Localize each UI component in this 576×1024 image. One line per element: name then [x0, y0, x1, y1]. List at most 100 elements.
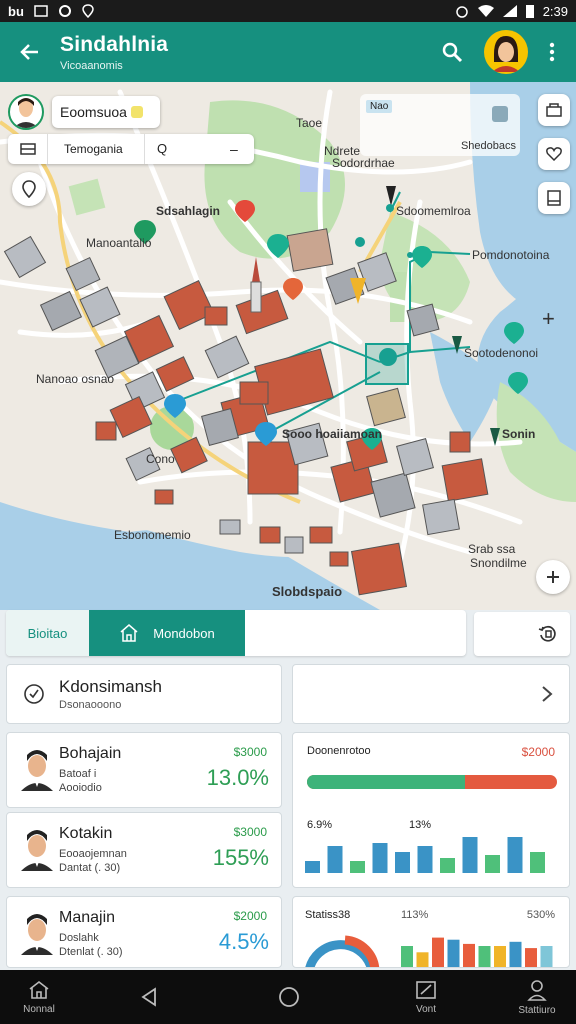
- filter-text: Temogania: [64, 142, 123, 156]
- map-label-bottom: Slobdspaio: [272, 584, 343, 599]
- app-bar: Sindahlnia Vicoaanomis: [0, 22, 576, 82]
- signal-icon: [502, 5, 517, 17]
- person-avatar: [21, 914, 53, 955]
- chart-bar: [350, 861, 365, 873]
- map-label-south-right2: Snondilme: [470, 556, 527, 570]
- person-card[interactable]: Manajin Doslahk Dtenlat (. 30) $2000 4.5…: [6, 896, 282, 968]
- circle-icon: [279, 987, 299, 1007]
- details-card[interactable]: [292, 664, 570, 724]
- compass-plus-icon[interactable]: +: [542, 306, 555, 332]
- map-label-west1: Manoantalio: [86, 236, 152, 250]
- nav-home-circle[interactable]: [274, 970, 304, 1024]
- bookmark-icon: [547, 190, 561, 206]
- status-left-text: bu: [8, 3, 24, 19]
- person-detail-1: Eooaojemnan: [59, 848, 127, 860]
- user-avatar[interactable]: [484, 30, 528, 74]
- person-name: Bohajain: [59, 745, 122, 762]
- chart-bar: [525, 948, 537, 967]
- overflow-menu-button[interactable]: [540, 34, 564, 70]
- place-card[interactable]: Kdonsimansh Dsonaooono: [6, 664, 282, 724]
- chart-bar: [507, 837, 523, 873]
- stats-card[interactable]: Doonenrotoo $2000 6.9% 13%: [292, 732, 570, 888]
- list-view-button[interactable]: [8, 134, 48, 164]
- sync-icon: [538, 625, 556, 642]
- map-label-south-right: Srab ssa: [468, 542, 516, 556]
- chart-bar: [440, 858, 455, 873]
- list-icon: [19, 143, 36, 155]
- person-percent: 155%: [212, 845, 269, 870]
- tab-first[interactable]: Bioitao: [6, 610, 89, 656]
- more-vertical-icon: [549, 42, 555, 62]
- nav-profile-label: Stattiuro: [518, 1004, 556, 1016]
- person-avatar: [21, 830, 53, 871]
- search-button[interactable]: [434, 34, 470, 70]
- tab-strip: Bioitao Mondobon: [6, 610, 466, 656]
- heart-icon: [546, 147, 562, 161]
- nav-home-label: Nonnal: [23, 1003, 55, 1015]
- stats-title: Doonenrotoo: [307, 745, 371, 757]
- chart-bar: [305, 861, 320, 873]
- page-title: Sindahlnia: [60, 32, 169, 56]
- image-icon: [34, 5, 48, 17]
- nav-back[interactable]: [134, 970, 164, 1024]
- location-status-icon: [82, 4, 94, 18]
- stats-bar-chart: [305, 837, 545, 873]
- nav-vont[interactable]: Vont: [404, 970, 448, 1024]
- sync-button[interactable]: [474, 612, 570, 656]
- stats2-bar-chart: [401, 937, 553, 967]
- chart-bar: [447, 939, 460, 967]
- settings-icon: [58, 5, 71, 17]
- arrow-left-icon: [20, 44, 38, 60]
- nav-home[interactable]: Nonnal: [14, 970, 64, 1024]
- map-label-north2: Sodordrhae: [332, 156, 395, 170]
- stats-card-secondary[interactable]: Statiss38 113% 530%: [292, 896, 570, 968]
- chart-bar: [372, 843, 388, 873]
- person-detail-2: Dantat (. 30): [59, 862, 121, 874]
- favorites-button[interactable]: [538, 138, 570, 170]
- nav-vont-label: Vont: [415, 1003, 437, 1015]
- chart-bar: [485, 855, 500, 873]
- map-info-badge: Nao: [366, 100, 393, 113]
- person-detail-1: Doslahk: [59, 932, 99, 944]
- user-avatar-small: [8, 94, 44, 130]
- plus-icon: [547, 571, 559, 583]
- person-card[interactable]: Kotakin Eooaojemnan Dantat (. 30) $3000 …: [6, 812, 282, 888]
- person-name: Kotakin: [59, 825, 113, 842]
- zoom-in-button[interactable]: [536, 560, 570, 594]
- map-view[interactable]: Eoomsuoa Temogania Q – Nao Shedobacs + T…: [0, 82, 576, 610]
- layers-icon: [546, 103, 562, 117]
- stats-progress-fill: [307, 775, 465, 789]
- chart-bar: [432, 937, 444, 967]
- stats2-title: Statiss38: [305, 909, 351, 921]
- person-amount: $3000: [233, 825, 267, 839]
- layers-button[interactable]: [538, 94, 570, 126]
- stats2-donut: [305, 935, 380, 967]
- map-filter-bar[interactable]: Temogania Q –: [8, 134, 254, 164]
- person-amount: $2000: [233, 909, 267, 923]
- battery-icon: [525, 5, 534, 18]
- nav-profile[interactable]: Stattiuro: [510, 970, 564, 1024]
- bookmark-button[interactable]: [538, 182, 570, 214]
- map-label-park: Cono: [146, 452, 175, 466]
- person-card[interactable]: Bohajain Batoaf i Aooiodio $3000 13.0%: [6, 732, 282, 808]
- stats-progress-bar: [307, 775, 557, 789]
- map-label-center-right: Sootodenonoi: [464, 346, 539, 360]
- chart-bar: [540, 946, 553, 967]
- map-search-chip[interactable]: Eoomsuoa: [8, 94, 164, 130]
- person-detail-1: Batoaf i: [59, 768, 97, 780]
- minus-icon[interactable]: –: [230, 141, 238, 157]
- map-label-center: Sooo hoaiiamoan: [282, 427, 383, 441]
- chart-bar: [417, 846, 433, 873]
- back-button[interactable]: [12, 34, 48, 70]
- person-amount: $3000: [233, 745, 267, 759]
- stats-value: $2000: [521, 745, 555, 759]
- tab-second[interactable]: Mondobon: [89, 610, 245, 656]
- back-triangle-icon: [141, 987, 156, 1007]
- stats2-right-label: 530%: [526, 909, 555, 921]
- locate-button[interactable]: [12, 172, 46, 206]
- map-info-card[interactable]: Nao Shedobacs: [360, 94, 520, 156]
- map-search-chip-label: Eoomsuoa: [60, 104, 127, 120]
- map-label-south-left: Esbonomemio: [114, 528, 191, 542]
- tab-first-label: Bioitao: [27, 625, 68, 641]
- chart-bar: [494, 946, 506, 967]
